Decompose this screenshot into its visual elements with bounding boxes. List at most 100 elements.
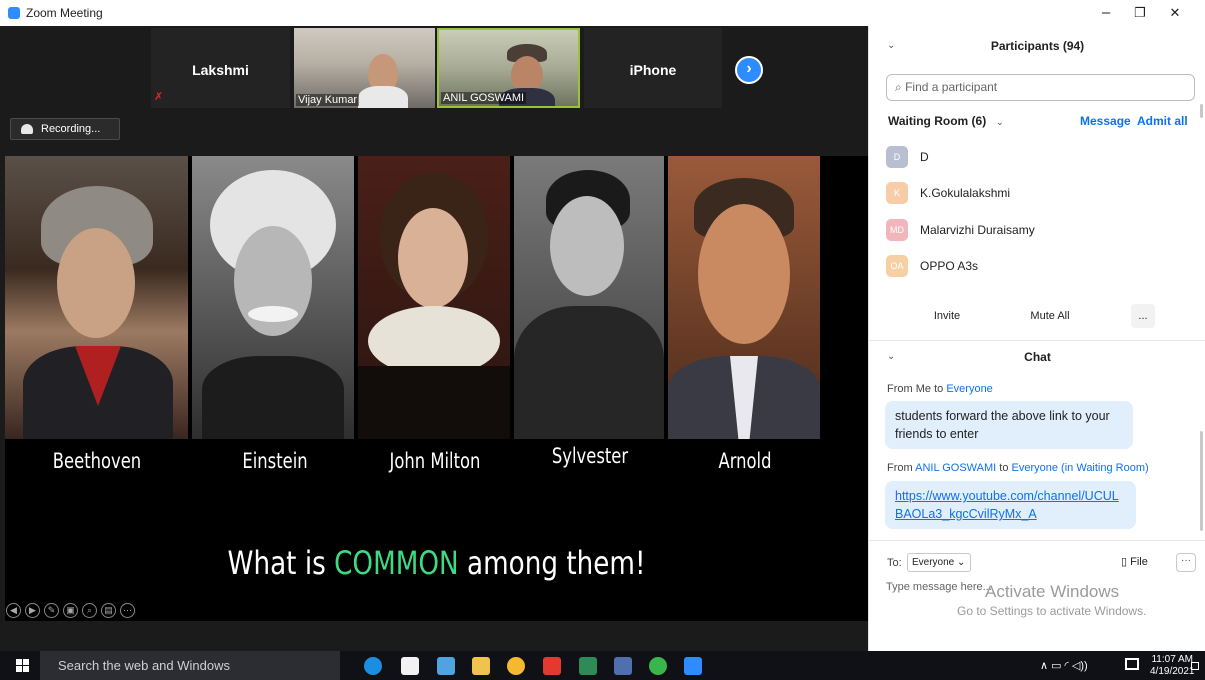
sender-name: Me bbox=[915, 383, 932, 395]
portrait-beethoven bbox=[5, 156, 188, 439]
sender-name[interactable]: ANIL GOSWAMI bbox=[915, 462, 996, 474]
file-icon: ▯ bbox=[1121, 556, 1128, 568]
recipient-value: Everyone bbox=[912, 557, 955, 568]
avatar: OA bbox=[886, 255, 908, 277]
zoom-logo-icon bbox=[8, 7, 20, 19]
chat-message-input[interactable]: Type message here... bbox=[886, 581, 992, 593]
subtitle-icon[interactable]: ▤ bbox=[101, 603, 116, 618]
previous-slide-icon[interactable]: ◀ bbox=[6, 603, 21, 618]
recipient-name[interactable]: Everyone (in Waiting Room) bbox=[1012, 462, 1149, 474]
next-page-button[interactable]: › bbox=[735, 56, 763, 84]
recording-indicator[interactable]: Recording... bbox=[10, 118, 120, 140]
participant-tile-lakshmi[interactable]: Lakshmi bbox=[151, 28, 290, 108]
waiting-room-text: Waiting Room (6) bbox=[888, 114, 987, 128]
question-suffix: among them! bbox=[458, 544, 646, 582]
portrait-john-milton bbox=[358, 156, 510, 439]
question-prefix: What is bbox=[227, 544, 335, 582]
restore-button[interactable]: ❐ bbox=[1127, 3, 1153, 23]
activate-windows-watermark: Activate Windows bbox=[985, 582, 1120, 601]
file-explorer-icon[interactable] bbox=[472, 657, 490, 675]
search-icon: ⌕ bbox=[895, 80, 902, 94]
whatsapp-icon[interactable] bbox=[649, 657, 667, 675]
copy-icon[interactable]: ▣ bbox=[63, 603, 78, 618]
portrait-einstein bbox=[192, 156, 354, 439]
annotation-toolbar: ◀ ▶ ✎ ▣ ⌕ ▤ ⋯ bbox=[6, 600, 139, 618]
muted-mic-icon: ✗ bbox=[154, 91, 164, 103]
meeting-area: Lakshmi ✗ Vijay Kumar ANIL GOSWAMI iPhon… bbox=[0, 26, 868, 651]
invite-button[interactable]: Invite bbox=[929, 304, 965, 328]
from-text: From bbox=[887, 462, 913, 474]
avatar: D bbox=[886, 146, 908, 168]
activate-windows-subtext: Go to Settings to activate Windows. bbox=[957, 604, 1147, 618]
chat-sender-line: From Me to Everyone bbox=[887, 383, 993, 395]
next-slide-icon[interactable]: ▶ bbox=[25, 603, 40, 618]
more-options-button[interactable]: ... bbox=[1131, 304, 1155, 328]
chrome-icon[interactable] bbox=[507, 657, 525, 675]
question-highlight: COMMON bbox=[334, 544, 459, 582]
caption-einstein: Einstein bbox=[242, 449, 308, 473]
title-bar: Zoom Meeting – ❐ ✕ bbox=[0, 0, 1205, 26]
slide-question: What is COMMON among them! bbox=[83, 544, 791, 582]
chat-message: students forward the above link to your … bbox=[885, 401, 1133, 449]
recipient-name[interactable]: Everyone bbox=[946, 383, 992, 395]
taskbar-search-box[interactable]: Search the web and Windows bbox=[40, 651, 340, 680]
caption-beethoven: Beethoven bbox=[52, 449, 142, 473]
panel-divider bbox=[869, 340, 1205, 341]
system-tray-icons[interactable]: ∧ ▭ ◜ ◁)) bbox=[1040, 659, 1088, 672]
recipient-select[interactable]: Everyone ⌄ bbox=[907, 553, 971, 572]
edge-icon[interactable] bbox=[364, 657, 382, 675]
avatar: K bbox=[886, 182, 908, 204]
zoom-taskbar-icon[interactable] bbox=[684, 657, 702, 675]
participants-title: Participants (94) bbox=[990, 39, 1085, 53]
to-text: to bbox=[934, 383, 944, 395]
acrobat-icon[interactable] bbox=[543, 657, 561, 675]
admit-all-button[interactable]: Admit all bbox=[1137, 114, 1188, 128]
spreadsheet-icon[interactable] bbox=[579, 657, 597, 675]
participant-video-anil-goswami[interactable]: ANIL GOSWAMI bbox=[437, 28, 580, 108]
participant-name: Vijay Kumar bbox=[296, 94, 360, 106]
waiting-participant-name: K.Gokulalakshmi bbox=[920, 186, 1011, 200]
writer-icon[interactable] bbox=[614, 657, 632, 675]
clock-time: 11:07 AM bbox=[1151, 654, 1193, 665]
collapse-chevron-icon[interactable]: ⌄ bbox=[887, 31, 895, 61]
participant-tile-iphone[interactable]: iPhone bbox=[584, 28, 722, 108]
close-button[interactable]: ✕ bbox=[1162, 3, 1188, 23]
message-button[interactable]: Message bbox=[1080, 114, 1131, 128]
file-button[interactable]: ▯ File bbox=[1121, 555, 1148, 568]
participant-search-input[interactable]: ⌕ Find a participant bbox=[886, 74, 1195, 101]
chat-message-link[interactable]: https://www.youtube.com/channel/UCULBAOL… bbox=[895, 489, 1119, 521]
participant-name: Lakshmi bbox=[192, 62, 249, 78]
cloud-recording-icon bbox=[21, 124, 33, 134]
chat-message: https://www.youtube.com/channel/UCULBAOL… bbox=[885, 481, 1136, 529]
minimize-button[interactable]: – bbox=[1093, 3, 1119, 23]
participants-scrollbar[interactable] bbox=[1200, 104, 1203, 118]
chat-more-button[interactable]: ··· bbox=[1176, 553, 1196, 572]
to-label: To: bbox=[887, 557, 902, 569]
more-icon[interactable]: ⋯ bbox=[120, 603, 135, 618]
waiting-participant-name: OPPO A3s bbox=[920, 259, 979, 273]
notification-icon[interactable] bbox=[1125, 658, 1139, 670]
people-icon[interactable] bbox=[437, 657, 455, 675]
participant-name: iPhone bbox=[629, 62, 677, 78]
zoom-icon[interactable]: ⌕ bbox=[82, 603, 97, 618]
waiting-room-label[interactable]: Waiting Room (6) ⌄ bbox=[888, 114, 1004, 128]
from-text: From bbox=[887, 383, 913, 395]
caption-arnold: Arnold bbox=[718, 449, 772, 473]
participant-video-vijay-kumar[interactable]: Vijay Kumar bbox=[294, 28, 435, 108]
compose-divider bbox=[869, 540, 1205, 541]
side-panel: ⌄ Participants (94) ⌕ Find a participant… bbox=[868, 26, 1205, 651]
portrait-sylvester bbox=[514, 156, 664, 439]
action-center-icon[interactable] bbox=[1191, 662, 1199, 670]
participants-header[interactable]: ⌄ Participants (94) bbox=[869, 31, 1205, 61]
taskbar-clock[interactable]: 11:07 AM 4/19/2021 bbox=[1150, 654, 1195, 678]
chat-title: Chat bbox=[1024, 350, 1051, 364]
video-strip: Lakshmi ✗ Vijay Kumar ANIL GOSWAMI iPhon… bbox=[0, 26, 868, 112]
search-placeholder: Find a participant bbox=[905, 80, 998, 94]
chat-scrollbar[interactable] bbox=[1200, 431, 1203, 531]
caption-sylvester: Sylvester bbox=[551, 444, 629, 468]
mute-all-button[interactable]: Mute All bbox=[1019, 304, 1081, 328]
chat-header[interactable]: ⌄ Chat bbox=[869, 342, 1205, 372]
pen-icon[interactable]: ✎ bbox=[44, 603, 59, 618]
store-icon[interactable] bbox=[401, 657, 419, 675]
collapse-chevron-icon[interactable]: ⌄ bbox=[887, 342, 895, 372]
